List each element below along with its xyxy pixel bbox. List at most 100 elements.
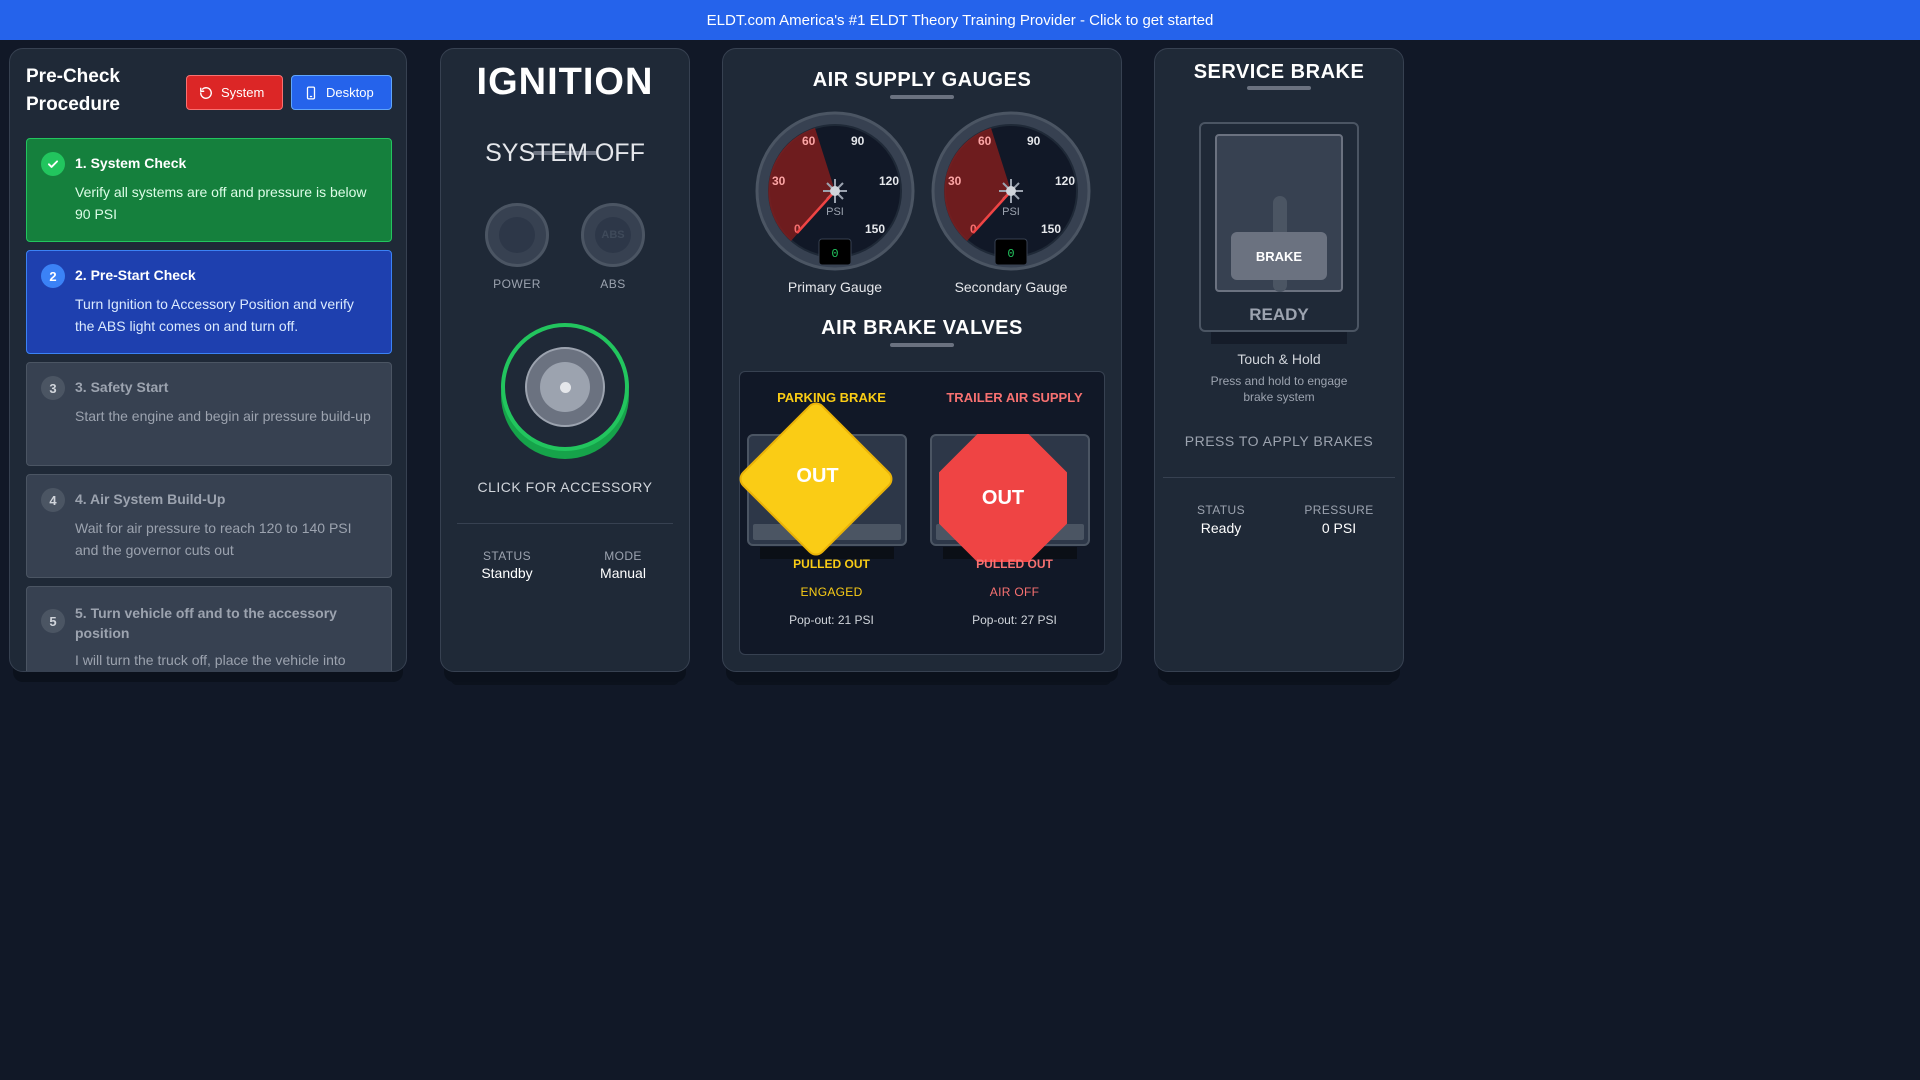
check-icon <box>41 152 65 176</box>
title-underline <box>890 95 954 99</box>
gauge-tick-label: 150 <box>1041 222 1061 236</box>
gauge-tick-label: 150 <box>865 222 885 236</box>
gauge-readout: 0 <box>831 247 838 261</box>
brake-status-label: STATUS <box>1197 503 1245 517</box>
gauge-tick-label: 30 <box>948 174 962 188</box>
step-number: 2 <box>41 264 65 288</box>
parking-brake-state: ENGAGED <box>800 585 863 599</box>
brake-pedal-shadow <box>1211 332 1347 344</box>
power-indicator-light <box>485 203 549 267</box>
divider <box>457 523 673 524</box>
divider <box>1163 477 1395 478</box>
gauge-tick-label: 30 <box>772 174 786 188</box>
step-item-safety-start[interactable]: 3 3. Safety Start Start the engine and b… <box>26 362 392 466</box>
valve-container: PARKING BRAKE OUT PULLED OUT ENGAGED Pop… <box>738 371 1106 655</box>
primary-gauge-label: Primary Gauge <box>787 279 883 295</box>
air-brake-valves-title: AIR BRAKE VALVES <box>821 317 1023 339</box>
phone-icon <box>306 86 316 99</box>
ignition-panel: IGNITION SYSTEM OFF POWER ABS ABS CLICK … <box>440 48 690 685</box>
promo-banner[interactable]: ELDT.com America's #1 ELDT Theory Traini… <box>0 0 1920 40</box>
service-brake-title: SERVICE BRAKE <box>1193 61 1365 83</box>
step-description: Verify all systems are off and pressure … <box>75 184 367 222</box>
brake-pressure-value: 0 PSI <box>1321 520 1357 536</box>
gauge-readout: 0 <box>1007 247 1014 261</box>
step-number: 3 <box>41 376 65 400</box>
precheck-title: Pre-Check Procedure <box>26 66 120 115</box>
trailer-air-popout: Pop-out: 27 PSI <box>972 613 1057 627</box>
step-description: Start the engine and begin air pressure … <box>75 408 371 424</box>
trailer-air-supply-valve: TRAILER AIR SUPPLY OUT PULLED OUT AIR OF… <box>923 372 1106 654</box>
parking-brake-popout: Pop-out: 21 PSI <box>789 613 874 627</box>
parking-brake-valve: PARKING BRAKE OUT PULLED OUT ENGAGED Pop… <box>738 372 923 654</box>
brake-pedal: BRAKE <box>1231 232 1327 280</box>
brake-pedal-button[interactable]: BRAKE READY <box>1199 122 1359 332</box>
air-supply-panel: AIR SUPPLY GAUGES 0 30 60 90 120 150 PSI… <box>722 48 1122 685</box>
gauge-unit: PSI <box>1002 206 1020 218</box>
system-button-label: System <box>221 85 265 100</box>
gauge-tick-label: 60 <box>978 134 992 148</box>
step-title: 3. Safety Start <box>75 379 169 395</box>
desktop-view-button[interactable]: Desktop <box>291 75 392 110</box>
trailer-air-position: PULLED OUT <box>976 557 1053 571</box>
system-reset-button[interactable]: System <box>186 75 283 110</box>
brake-pedal-housing: BRAKE <box>1215 134 1343 292</box>
gauge-unit: PSI <box>826 206 844 218</box>
power-light-lens <box>499 217 535 253</box>
primary-gauge: 0 30 60 90 120 150 PSI 0 <box>755 111 915 271</box>
brake-ready-text: READY <box>1249 305 1309 324</box>
step-item-pre-start-check[interactable]: 2 2. Pre-Start Check Turn Ignition to Ac… <box>26 250 392 354</box>
promo-banner-text: ELDT.com America's #1 ELDT Theory Traini… <box>706 11 1214 29</box>
gauge-tick-label: 90 <box>1027 134 1041 148</box>
ignition-knob-ring <box>525 347 605 427</box>
step-title: 2. Pre-Start Check <box>75 267 196 283</box>
parking-brake-knob-label[interactable]: OUT <box>740 465 895 488</box>
title-underline <box>1247 86 1311 90</box>
step-item-air-system-build-up[interactable]: 4 4. Air System Build-Up Wait for air pr… <box>26 474 392 578</box>
ignition-knob-center <box>540 362 590 412</box>
step-title: 4. Air System Build-Up <box>75 491 226 507</box>
trailer-air-state: AIR OFF <box>989 585 1040 599</box>
step-title: 1. System Check <box>75 155 187 171</box>
step-description: Wait for air pressure to reach 120 to 14… <box>75 520 352 558</box>
precheck-panel: Pre-Check Procedure System Desktop 1. Sy… <box>9 48 407 672</box>
press-to-apply-label: PRESS TO APPLY BRAKES <box>1184 433 1374 449</box>
power-label: POWER <box>493 277 541 291</box>
step-item-system-check[interactable]: 1. System Check Verify all systems are o… <box>26 138 392 242</box>
ignition-title: IGNITION <box>476 61 654 103</box>
step-description: I will turn the truck off, place the veh… <box>75 652 346 668</box>
mode-value: Manual <box>600 565 646 581</box>
abs-indicator-light: ABS <box>581 203 645 267</box>
gauge-tick-label: 90 <box>851 134 865 148</box>
step-title: 5. Turn vehicle off and to the accessory… <box>75 605 337 641</box>
trailer-air-supply-title: TRAILER AIR SUPPLY <box>946 390 1083 405</box>
air-supply-title: AIR SUPPLY GAUGES <box>812 69 1032 91</box>
status-label: STATUS <box>483 549 531 563</box>
step-number: 4 <box>41 488 65 512</box>
step-item-turn-vehicle-off[interactable]: 5 5. Turn vehicle off and to the accesso… <box>26 586 392 671</box>
desktop-button-label: Desktop <box>326 85 374 100</box>
touch-hold-description: Press and hold to engage brake system <box>1210 374 1348 404</box>
ignition-knob-dot <box>559 381 571 393</box>
touch-hold-label: Touch & Hold <box>1237 351 1321 367</box>
abs-label: ABS <box>600 277 626 291</box>
ignition-key-button[interactable] <box>501 323 629 451</box>
parking-brake-position: PULLED OUT <box>793 557 870 571</box>
mode-label: MODE <box>604 549 642 563</box>
gauge-tick-label: 60 <box>802 134 816 148</box>
parking-brake-title: PARKING BRAKE <box>777 390 886 405</box>
step-list: 1. System Check Verify all systems are o… <box>26 138 392 671</box>
brake-pressure-label: PRESSURE <box>1304 503 1374 517</box>
step-description: Turn Ignition to Accessory Position and … <box>75 296 354 334</box>
secondary-gauge: 0 30 60 90 120 150 PSI 0 <box>931 111 1091 271</box>
brake-status-value: Ready <box>1200 520 1242 536</box>
reset-icon <box>200 86 212 99</box>
status-value: Standby <box>481 565 533 581</box>
service-brake-panel: SERVICE BRAKE BRAKE READY Touch & Hold P… <box>1154 48 1404 685</box>
secondary-gauge-label: Secondary Gauge <box>954 279 1068 295</box>
ignition-hint: CLICK FOR ACCESSORY <box>477 479 653 495</box>
gauge-tick-label: 120 <box>1055 174 1075 188</box>
step-number: 5 <box>41 609 65 633</box>
gauge-tick-label: 120 <box>879 174 899 188</box>
system-state: SYSTEM OFF <box>485 139 645 167</box>
title-underline <box>890 343 954 347</box>
